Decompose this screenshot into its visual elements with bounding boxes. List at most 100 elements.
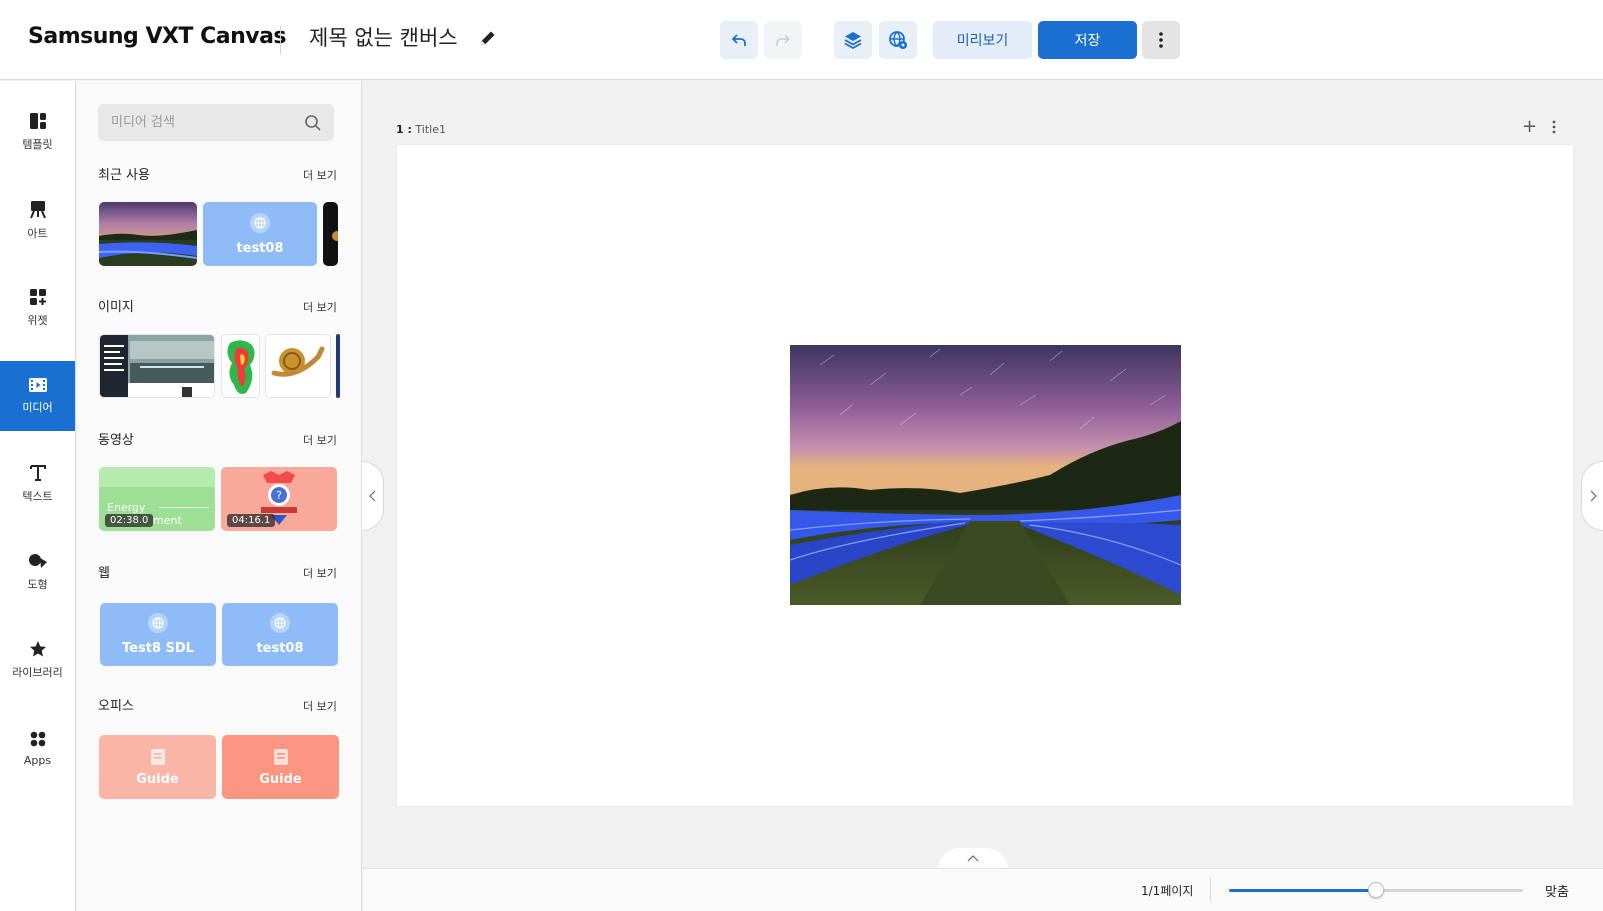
apps-icon [30,731,45,746]
rail-item-label: 라이브러리 [12,666,63,679]
left-navigation: 템플릿 아트 위젯 미디어 텍스트 도형 라이브러리 Apps [0,81,76,911]
image-thumbnail[interactable] [99,334,215,398]
more-options-button[interactable] [1142,21,1180,59]
fit-button[interactable]: 맞춤 [1545,881,1569,900]
office-tile-label: Guide [259,771,302,787]
search-input[interactable] [98,104,298,141]
web-tile-label: Test8 SDL [122,641,194,656]
search-icon[interactable] [304,114,322,132]
page-count: 1/1페이지 [1141,884,1194,898]
globe-icon [270,613,290,633]
web-tile[interactable]: test08 [222,603,338,666]
rail-item-label: 아트 [27,227,48,240]
image-thumbnail[interactable] [336,334,340,398]
page-number: 1 : [396,123,412,136]
media-icon [28,378,47,392]
add-page-icon[interactable]: + [1522,118,1537,136]
section-title-recent: 최근 사용 [98,168,150,183]
recent-more-link[interactable]: 더 보기 [303,167,337,183]
rail-item-shapes[interactable]: 도형 [0,537,75,607]
office-more-link[interactable]: 더 보기 [303,698,337,714]
rail-item-media[interactable]: 미디어 [0,361,75,431]
text-icon [29,465,46,481]
video-title: Energy [107,501,146,514]
chevron-right-icon [1590,490,1597,502]
layers-button[interactable] [834,21,872,59]
easel-icon [29,201,46,219]
section-title-office: 오피스 [98,699,134,714]
video-duration: 02:38.0 [105,514,154,527]
section-title-images: 이미지 [98,300,134,315]
web-tile[interactable]: Test8 SDL [100,603,216,666]
header-divider [280,26,281,54]
office-tile-label: Guide [136,771,179,787]
rail-item-label: 템플릿 [22,138,53,151]
chevron-up-icon [967,855,979,862]
rail-item-label: Apps [23,753,52,767]
pdf-icon [150,748,165,765]
redo-button[interactable] [764,21,802,59]
kebab-icon [1159,32,1163,48]
footer-divider [1210,878,1211,902]
pdf-icon [273,748,288,765]
videos-more-link[interactable]: 더 보기 [303,432,337,448]
widget-icon [29,289,46,305]
image-thumbnail[interactable] [221,334,260,398]
section-title-videos: 동영상 [98,433,134,448]
publish-web-button[interactable] [879,21,917,59]
web-tile-label: test08 [236,240,284,256]
recent-image-thumbnail[interactable] [99,202,197,266]
rail-item-text[interactable]: 텍스트 [0,449,75,519]
recent-video-thumbnail[interactable] [323,202,338,266]
design-canvas[interactable] [397,145,1573,806]
expand-right-panel-handle[interactable] [1581,461,1603,531]
office-tile[interactable]: Guide [222,735,339,799]
web-more-link[interactable]: 더 보기 [303,565,337,581]
bottom-bar: 1/1페이지 맞춤 [363,868,1603,911]
page-more-icon[interactable] [1552,120,1556,134]
star-icon [29,641,46,657]
page-name[interactable]: Title1 [415,123,446,136]
collapse-panel-handle[interactable] [362,461,384,531]
globe-icon [148,613,168,633]
page-list-toggle[interactable] [938,848,1008,870]
section-title-web: 웹 [98,566,110,581]
rail-item-label: 위젯 [27,314,48,327]
top-bar: Samsung VXT Canvas 제목 없는 캔버스 미리보기 저장 [0,0,1603,80]
globe-settings-icon [889,31,907,49]
media-panel: 최근 사용 더 보기 test08 이미지 더 보기 동영상 더 보기 Ener… [77,81,362,911]
media-search [98,104,334,141]
image-thumbnail[interactable] [265,334,331,398]
rail-item-label: 도형 [27,578,48,591]
video-thumbnail[interactable]: Energy ment 02:38.0 [99,467,215,531]
globe-icon [250,212,270,233]
save-button[interactable]: 저장 [1038,21,1137,59]
rail-item-apps[interactable]: Apps [0,713,75,783]
document-title[interactable]: 제목 없는 캔버스 [309,22,458,52]
rail-item-label: 텍스트 [22,490,53,503]
rail-item-library[interactable]: 라이브러리 [0,625,75,695]
rail-item-template[interactable]: 템플릿 [0,97,75,167]
video-thumbnail[interactable]: ? 04:16.1 [221,467,337,531]
pencil-icon[interactable] [478,28,498,48]
page-label: 1 : Title1 [396,123,446,136]
images-more-link[interactable]: 더 보기 [303,299,337,315]
undo-icon [731,34,746,46]
canvas-image[interactable] [790,345,1181,605]
rail-item-label: 미디어 [22,401,53,414]
redo-icon [776,34,791,46]
zoom-slider[interactable] [1229,882,1523,898]
undo-button[interactable] [720,21,758,59]
preview-button[interactable]: 미리보기 [933,21,1032,59]
layers-icon [844,32,862,50]
svg-text:?: ? [276,489,282,502]
zoom-slider-handle[interactable] [1368,882,1384,898]
rail-item-widget[interactable]: 위젯 [0,273,75,343]
video-duration: 04:16.1 [227,514,276,527]
office-tile[interactable]: Guide [99,735,216,799]
rail-item-art[interactable]: 아트 [0,185,75,255]
shapes-icon [28,554,47,568]
recent-web-tile[interactable]: test08 [203,202,317,266]
zoom-slider-fill [1229,889,1376,892]
app-logo: Samsung VXT Canvas [28,24,287,49]
